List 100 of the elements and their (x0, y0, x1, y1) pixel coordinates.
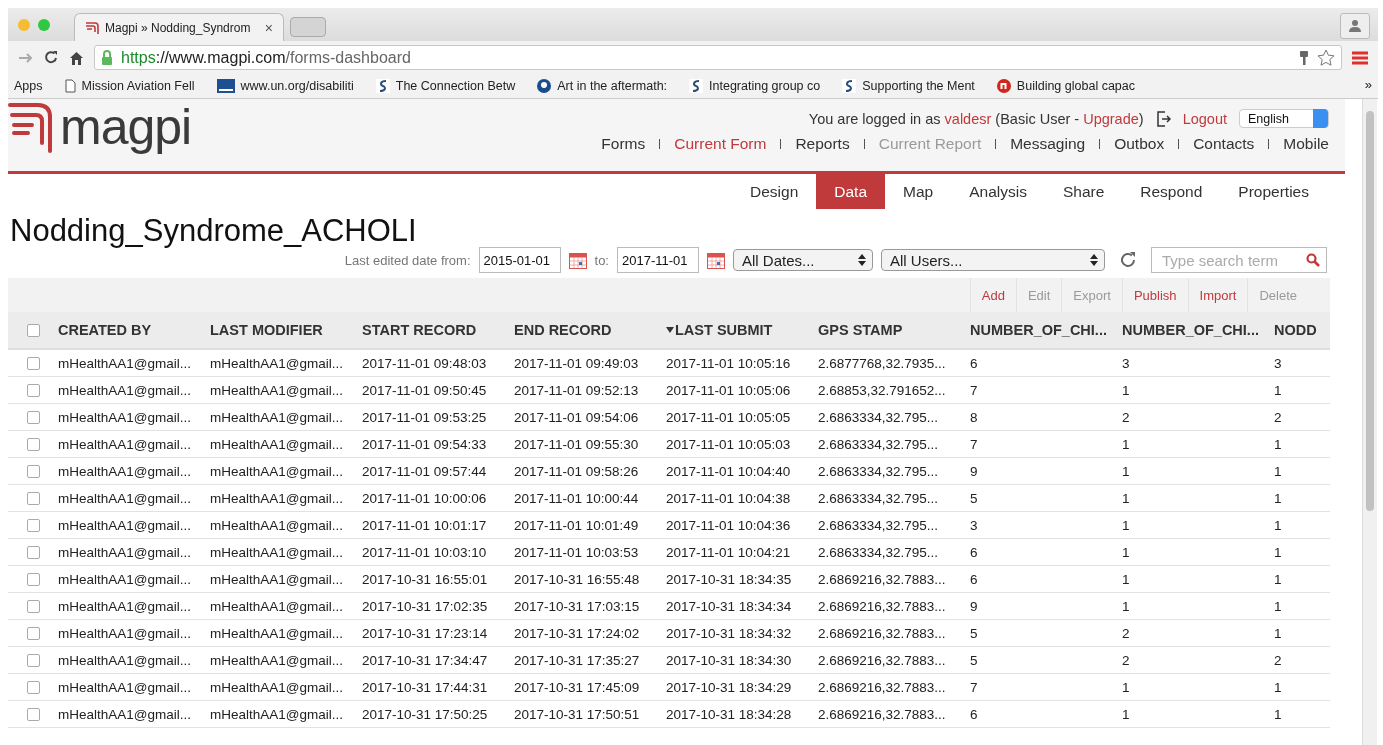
column-header[interactable]: END RECORD (514, 322, 612, 338)
checkbox[interactable] (26, 653, 40, 667)
table-cell: 2.6863334,32.795... (818, 436, 939, 452)
profile-button[interactable] (1340, 13, 1370, 39)
date-field[interactable]: 2017-11-01 (617, 247, 699, 273)
bookmark-item[interactable]: Building global capac (1016, 79, 1135, 93)
more-bookmarks-button[interactable]: » (1364, 77, 1372, 92)
table-cell: 3 (1122, 355, 1130, 371)
page-icon (64, 79, 76, 93)
tab[interactable]: Map (885, 174, 952, 209)
bookmark-item[interactable]: Supporting the Ment (862, 79, 975, 93)
checkbox[interactable] (26, 410, 40, 424)
search-icon[interactable] (1306, 253, 1320, 267)
column-header[interactable]: NUMBER_OF_CHI... (970, 322, 1107, 338)
wave-icon (842, 79, 857, 93)
table-cell: 2017-10-31 17:50:25 (362, 706, 488, 722)
checkbox[interactable] (26, 626, 40, 640)
checkbox[interactable] (26, 545, 40, 559)
table-cell: 2017-11-01 10:03:53 (514, 544, 639, 560)
table-cell: 1 (1122, 517, 1130, 533)
table-cell: 2017-11-01 10:04:38 (666, 490, 791, 506)
close-icon[interactable]: × (264, 19, 273, 36)
sort-icon[interactable] (666, 326, 674, 334)
table-cell: 2 (1122, 409, 1130, 425)
checkbox[interactable] (26, 383, 40, 397)
column-header[interactable]: NODD (1274, 322, 1317, 338)
lock-icon (101, 50, 113, 65)
checkbox[interactable] (26, 572, 40, 586)
tab[interactable]: Share (1044, 174, 1123, 209)
bookmark-item[interactable]: www.un.org/disabiliti (240, 79, 354, 93)
nav-link[interactable]: Reports (795, 135, 850, 153)
table-cell: 2017-11-01 10:00:44 (514, 490, 639, 506)
checkbox[interactable] (26, 437, 40, 451)
table-cell: 5 (970, 652, 978, 668)
nav-link[interactable]: Mobile (1283, 135, 1329, 153)
maximize-dot[interactable] (38, 18, 50, 31)
table-cell: 2.6869216,32.7883... (818, 571, 946, 587)
key-icon[interactable] (1299, 49, 1309, 66)
home-icon[interactable] (69, 50, 84, 65)
table-cell: 2 (1274, 409, 1282, 425)
checkbox[interactable] (26, 356, 40, 370)
calendar-icon[interactable] (707, 251, 725, 269)
table-cell: mHealthAA1@gmail... (58, 544, 191, 560)
column-header[interactable]: CREATED BY (58, 322, 152, 338)
new-tab-button[interactable] (290, 17, 326, 37)
nav-link[interactable]: Outbox (1114, 135, 1165, 153)
tab[interactable]: Properties (1220, 174, 1327, 209)
table-cell: mHealthAA1@gmail... (210, 706, 343, 722)
checkbox[interactable] (26, 323, 40, 337)
table-cell: 2017-10-31 17:45:09 (514, 679, 640, 695)
table-cell: 2.6863334,32.795... (818, 544, 939, 560)
table-cell: 2017-10-31 18:34:35 (666, 571, 792, 587)
checkbox[interactable] (26, 491, 40, 505)
table-cell: 1 (1274, 490, 1282, 506)
column-header[interactable]: NUMBER_OF_CHI... (1122, 322, 1259, 338)
tab[interactable]: Analysis (951, 174, 1045, 209)
checkbox[interactable] (26, 464, 40, 478)
nav-link[interactable]: Current Form (674, 135, 767, 153)
tab[interactable]: Design (732, 174, 817, 209)
star-icon[interactable] (1317, 48, 1335, 67)
bookmark-item[interactable]: Apps (14, 79, 43, 93)
menu-icon[interactable] (1352, 50, 1368, 65)
forward-icon[interactable] (18, 51, 34, 64)
table-cell: 1 (1274, 463, 1282, 479)
search-field[interactable]: Type search term (1151, 247, 1327, 273)
browser-tab[interactable]: Magpi » Nodding_Syndrom × (74, 13, 284, 41)
bookmark-item[interactable]: Integrating group co (709, 79, 821, 93)
scrollbar[interactable] (1362, 99, 1377, 745)
username-link[interactable]: valdesr (944, 110, 992, 127)
address-field[interactable]: https://www.magpi.com/forms-dashboard (94, 45, 1342, 70)
date-field[interactable]: 2015-01-01 (478, 247, 561, 273)
logout-icon[interactable] (1155, 110, 1171, 127)
refresh-icon[interactable] (1119, 251, 1137, 269)
bookmark-item[interactable]: The Connection Betw (395, 79, 516, 93)
table-cell: 1 (1122, 706, 1130, 722)
column-header[interactable]: START RECORD (362, 322, 477, 338)
column-header[interactable]: GPS STAMP (818, 322, 903, 338)
calendar-icon[interactable] (568, 251, 587, 269)
bookmark-item[interactable]: Art in the aftermath: (557, 79, 668, 93)
upgrade-link[interactable]: Upgrade (1083, 110, 1139, 127)
tab[interactable]: Data (816, 174, 886, 209)
table-cell: 3 (970, 517, 978, 533)
language-select[interactable]: English (1239, 109, 1329, 128)
users-select[interactable]: All Users... (881, 249, 1105, 271)
bookmark-item[interactable]: Mission Aviation Fell (81, 79, 195, 93)
column-header[interactable]: LAST MODIFIER (210, 322, 323, 338)
reload-icon[interactable] (44, 50, 59, 65)
dates-select[interactable]: All Dates... (733, 249, 873, 271)
logout-link[interactable]: Logout (1182, 110, 1227, 127)
nav-link[interactable]: Forms (601, 135, 646, 153)
nav-link[interactable]: Contacts (1193, 135, 1255, 153)
checkbox[interactable] (26, 707, 40, 721)
checkbox[interactable] (26, 518, 40, 532)
checkbox[interactable] (26, 680, 40, 694)
checkbox[interactable] (26, 599, 40, 613)
table-cell: 1 (1122, 598, 1130, 614)
nav-link[interactable]: Messaging (1010, 135, 1086, 153)
tab[interactable]: Respond (1122, 174, 1221, 209)
column-header[interactable]: LAST SUBMIT (675, 322, 773, 338)
minimize-dot[interactable] (18, 18, 30, 31)
